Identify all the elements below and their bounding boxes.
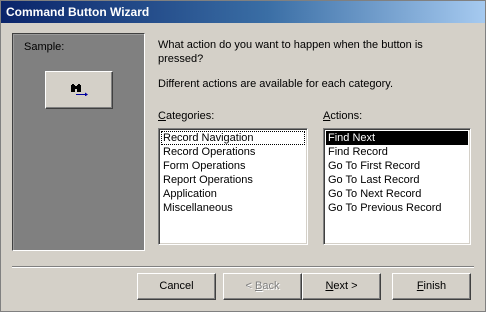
cancel-button[interactable]: Cancel xyxy=(137,273,216,300)
next-button[interactable]: Next > xyxy=(302,273,381,300)
actions-label: Actions: xyxy=(323,110,363,122)
question-text: What action do you want to happen when t… xyxy=(158,39,423,65)
button-separator xyxy=(12,266,474,268)
categories-label: Categories: xyxy=(158,110,215,122)
category-item[interactable]: Record Navigation xyxy=(161,131,305,145)
category-item[interactable]: Application xyxy=(161,187,305,201)
hint-text: Different actions are available for each… xyxy=(158,78,394,90)
category-item[interactable]: Miscellaneous xyxy=(161,201,305,215)
action-item[interactable]: Go To Previous Record xyxy=(326,201,468,215)
command-button-wizard-dialog: Command Button Wizard Sample: What actio… xyxy=(0,0,486,312)
sample-button xyxy=(45,71,113,109)
action-item[interactable]: Find Next xyxy=(326,131,468,145)
action-item[interactable]: Go To Next Record xyxy=(326,187,468,201)
action-item[interactable]: Go To First Record xyxy=(326,159,468,173)
sample-label: Sample: xyxy=(24,41,65,53)
back-button[interactable]: < Back xyxy=(223,273,302,300)
title-bar: Command Button Wizard xyxy=(1,1,485,23)
action-item[interactable]: Go To Last Record xyxy=(326,173,468,187)
categories-listbox[interactable]: Record Navigation Record Operations Form… xyxy=(158,128,308,245)
action-item[interactable]: Find Record xyxy=(326,145,468,159)
category-item[interactable]: Form Operations xyxy=(161,159,305,173)
category-item[interactable]: Record Operations xyxy=(161,145,305,159)
actions-listbox[interactable]: Find Next Find Record Go To First Record… xyxy=(323,128,471,245)
sample-pane: Sample: xyxy=(12,33,145,251)
finish-button[interactable]: Finish xyxy=(392,273,471,300)
binoculars-arrow-icon xyxy=(71,84,88,96)
category-item[interactable]: Report Operations xyxy=(161,173,305,187)
